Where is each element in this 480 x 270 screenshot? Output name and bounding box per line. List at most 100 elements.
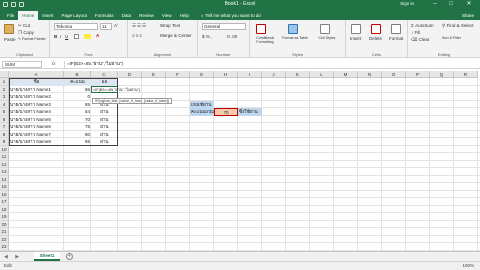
row-header-4[interactable]: 4 xyxy=(0,100,9,108)
sheet-nav-arrows[interactable]: ◀ ▶ xyxy=(4,254,22,260)
align-top-icon[interactable]: ☰☰☰ xyxy=(132,23,147,29)
tab-insert[interactable]: Insert xyxy=(38,11,57,20)
cell-styles-icon[interactable] xyxy=(320,24,330,34)
currency-icon[interactable]: $ % , xyxy=(202,34,212,39)
row-header-2[interactable]: 2 xyxy=(0,85,9,93)
name-box[interactable]: SUM xyxy=(2,61,42,68)
align-left-icon[interactable]: ≡≡≡ xyxy=(132,33,143,38)
row-header-18[interactable]: 18 xyxy=(0,205,9,213)
column-header-a[interactable]: A xyxy=(9,71,64,78)
merge-center-button[interactable]: Merge & Center xyxy=(160,33,192,38)
row-header-9[interactable]: 9 xyxy=(0,138,9,146)
column-header-i[interactable]: I xyxy=(238,71,262,78)
column-header-q[interactable]: Q xyxy=(430,71,454,78)
tab-view[interactable]: View xyxy=(158,11,176,20)
fx-icon[interactable]: fx xyxy=(52,61,56,66)
grow-font-icon[interactable]: Aˆ xyxy=(114,23,119,28)
row-header-10[interactable]: 10 xyxy=(0,145,9,153)
criteria-value[interactable]: 70 xyxy=(214,108,238,116)
format-cells-button[interactable]: Format xyxy=(389,36,403,41)
bold-button[interactable]: B xyxy=(54,34,57,39)
column-header-k[interactable]: K xyxy=(286,71,310,78)
conditional-formatting-button[interactable]: Conditional Formatting xyxy=(252,36,278,44)
paste-button[interactable]: Paste xyxy=(4,37,16,42)
tab-page-layout[interactable]: Page Layout xyxy=(58,11,91,20)
column-header-n[interactable]: N xyxy=(358,71,382,78)
close-button[interactable]: ✕ xyxy=(462,0,476,8)
font-color-icon[interactable]: A xyxy=(96,33,99,38)
row-header-14[interactable]: 14 xyxy=(0,175,9,183)
column-header-p[interactable]: P xyxy=(406,71,430,78)
row-header-23[interactable]: 23 xyxy=(0,243,9,251)
minimize-button[interactable]: – xyxy=(428,0,442,8)
fill-button[interactable]: ↓ Fill xyxy=(411,30,420,35)
tab-home[interactable]: Home xyxy=(18,11,39,20)
sheet-tab-sheet1[interactable]: Sheet1 xyxy=(34,252,60,261)
sort-filter-button[interactable]: Sort & Filter xyxy=(442,36,461,40)
column-header-o[interactable]: O xyxy=(382,71,406,78)
insert-cells-button[interactable]: Insert xyxy=(350,36,361,41)
cell-styles-button[interactable]: Cell Styles xyxy=(314,36,340,40)
format-as-table-icon[interactable] xyxy=(288,24,298,34)
column-header-r[interactable]: R xyxy=(454,71,478,78)
font-name-select[interactable]: Tahoma xyxy=(54,23,98,30)
wrap-text-button[interactable]: Wrap Text xyxy=(160,23,180,28)
maximize-button[interactable]: □ xyxy=(444,0,458,8)
row-header-7[interactable]: 7 xyxy=(0,123,9,131)
row-header-3[interactable]: 3 xyxy=(0,93,9,101)
row-header-8[interactable]: 8 xyxy=(0,130,9,138)
zoom-level[interactable]: 100% xyxy=(462,263,474,268)
format-cells-icon[interactable] xyxy=(391,24,401,34)
column-header-l[interactable]: L xyxy=(310,71,334,78)
tab-review[interactable]: Review xyxy=(135,11,158,20)
format-as-table-button[interactable]: Format as Table xyxy=(282,36,308,40)
column-header-j[interactable]: J xyxy=(262,71,286,78)
clear-button[interactable]: ⌫ Clear xyxy=(411,37,429,43)
worksheet-grid[interactable]: A B C D E F G H I J K L M N O P Q R 1 2 3 4 5 6 7 8 9 10 11 12 13 14 15 1… xyxy=(0,71,480,251)
share-button[interactable]: Share xyxy=(462,11,474,20)
row-header-21[interactable]: 21 xyxy=(0,228,9,236)
formula-input[interactable]: =IF(B3>=65,"ผ่าน","ไม่ผ่าน") xyxy=(64,61,476,68)
row-header-1[interactable]: 1 xyxy=(0,78,9,86)
delete-cells-button[interactable]: Delete xyxy=(369,36,382,41)
row-header-15[interactable]: 15 xyxy=(0,183,9,191)
sign-in-link[interactable]: Sign in xyxy=(400,1,414,6)
row-header-13[interactable]: 13 xyxy=(0,168,9,176)
add-sheet-button[interactable]: + xyxy=(66,253,73,260)
select-all-corner[interactable] xyxy=(0,71,9,78)
delete-cells-icon[interactable] xyxy=(371,24,381,34)
column-header-f[interactable]: F xyxy=(166,71,190,78)
tab-data[interactable]: Data xyxy=(118,11,136,20)
column-header-m[interactable]: M xyxy=(334,71,358,78)
column-header-d[interactable]: D xyxy=(118,71,142,78)
tab-help[interactable]: Help xyxy=(176,11,193,20)
row-header-11[interactable]: 11 xyxy=(0,153,9,161)
autosum-button[interactable]: Σ AutoSum xyxy=(411,23,434,28)
conditional-formatting-icon[interactable] xyxy=(256,24,266,34)
number-format-select[interactable]: General xyxy=(202,23,246,30)
row-header-19[interactable]: 19 xyxy=(0,213,9,221)
borders-icon[interactable] xyxy=(74,34,79,39)
fill-color-icon[interactable] xyxy=(84,34,91,39)
row-header-17[interactable]: 17 xyxy=(0,198,9,206)
copy-button[interactable]: ❐ Copy xyxy=(18,30,34,36)
row-header-22[interactable]: 22 xyxy=(0,235,9,243)
column-header-g[interactable]: G xyxy=(190,71,214,78)
row-header-16[interactable]: 16 xyxy=(0,190,9,198)
active-cell-editor[interactable]: =IF(B3>=65,"ผ่าน","ไม่ผ่าน") xyxy=(91,85,140,93)
column-header-e[interactable]: E xyxy=(142,71,166,78)
format-painter-button[interactable]: ✎ Format Painter xyxy=(18,37,46,41)
underline-button[interactable]: U xyxy=(65,34,68,39)
font-size-select[interactable]: 11 xyxy=(100,23,112,30)
paste-icon[interactable] xyxy=(4,24,14,34)
column-header-b[interactable]: B xyxy=(64,71,91,78)
row-header-6[interactable]: 6 xyxy=(0,115,9,123)
tab-file[interactable]: File xyxy=(3,11,18,20)
find-select-button[interactable]: ⚲ Find & Select xyxy=(442,23,473,29)
tab-formulas[interactable]: Formulas xyxy=(91,11,118,20)
column-header-c[interactable]: C xyxy=(91,71,118,78)
row-header-5[interactable]: 5 xyxy=(0,108,9,116)
decimal-icon[interactable]: .0 .00 xyxy=(226,34,237,39)
column-header-h[interactable]: H xyxy=(214,71,238,78)
italic-button[interactable]: I xyxy=(60,34,61,39)
